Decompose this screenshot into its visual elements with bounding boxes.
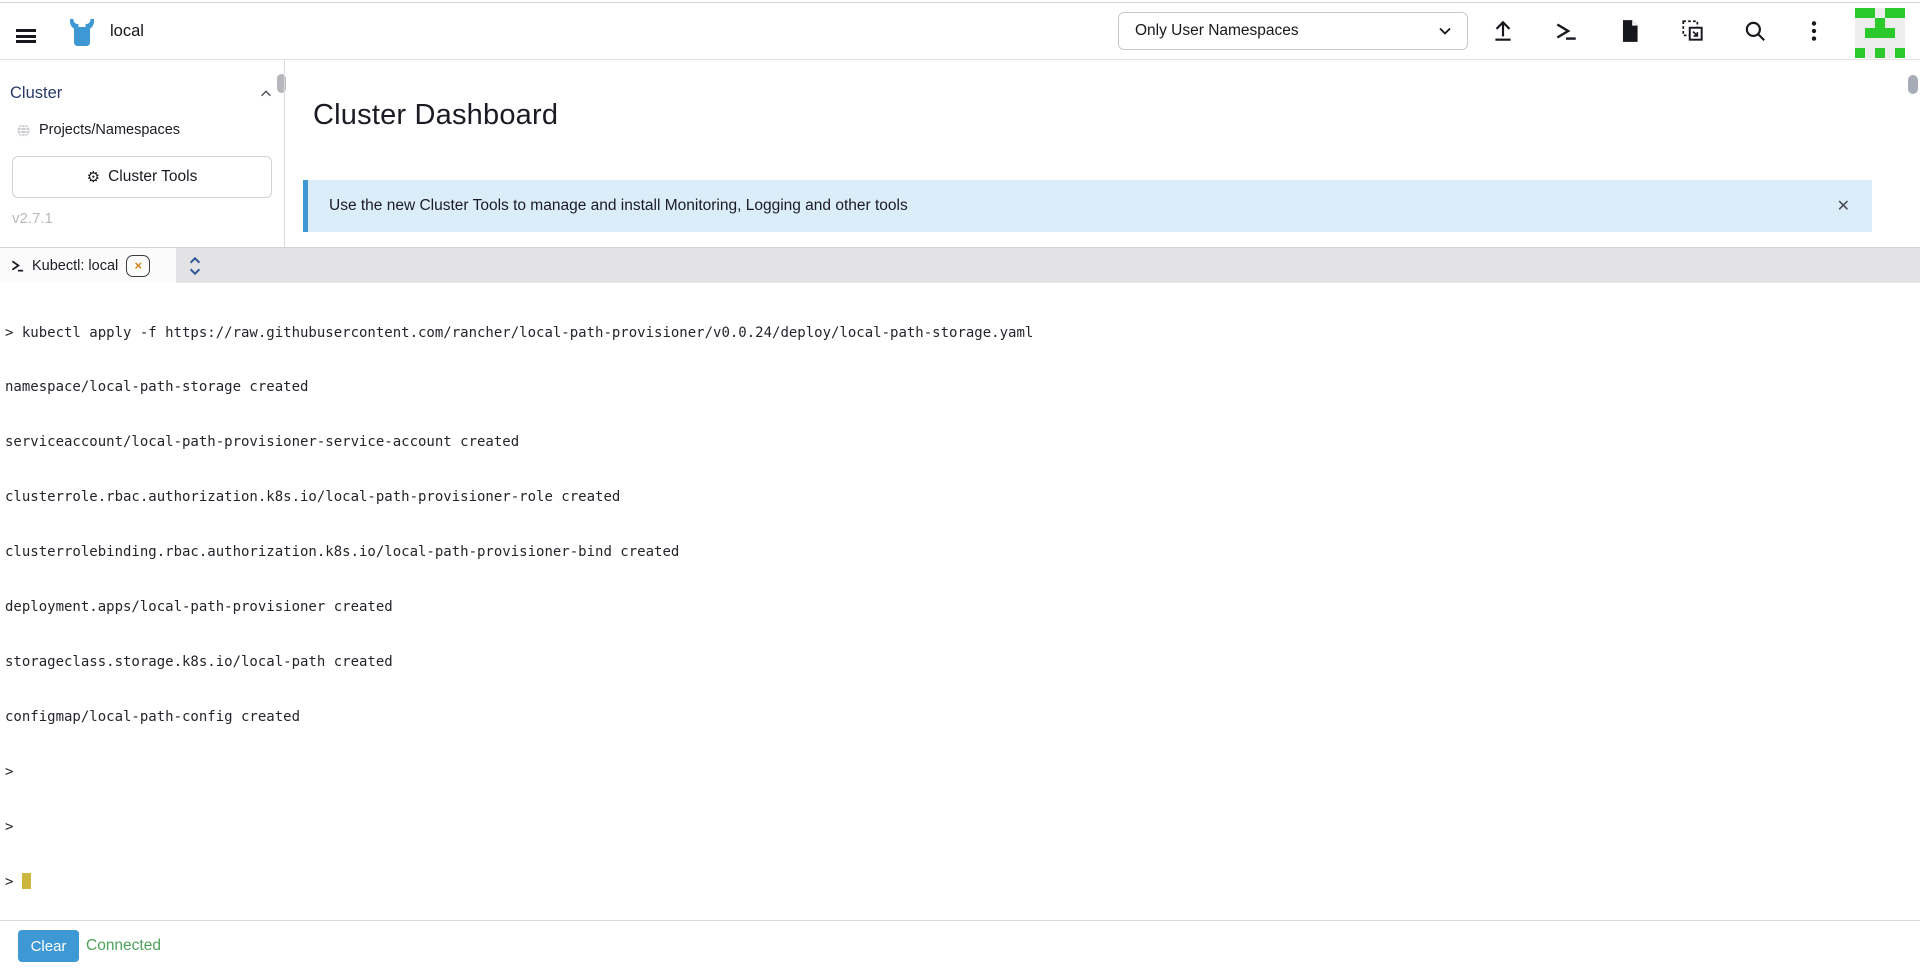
page-title: Cluster Dashboard xyxy=(313,99,558,132)
tab-label: Kubectl: local xyxy=(32,258,118,274)
banner-close-icon[interactable]: ✕ xyxy=(1831,180,1856,232)
terminal-line: > kubectl apply -f https://raw.githubuse… xyxy=(5,324,1920,342)
terminal-line: clusterrolebinding.rbac.authorization.k8… xyxy=(5,543,1920,561)
gear-icon: ⚙ xyxy=(87,168,100,186)
rancher-app: local Only User Namespaces xyxy=(0,0,1920,972)
terminal-line: deployment.apps/local-path-provisioner c… xyxy=(5,598,1920,616)
terminal-line: clusterrole.rbac.authorization.k8s.io/lo… xyxy=(5,488,1920,506)
sidebar-divider xyxy=(284,60,285,247)
tab-close-icon[interactable]: × xyxy=(126,255,150,277)
chevron-up-icon xyxy=(259,87,273,101)
clear-button[interactable]: Clear xyxy=(18,930,79,962)
shell-prompt-icon xyxy=(10,258,25,273)
namespace-filter-dropdown[interactable]: Only User Namespaces xyxy=(1118,12,1468,50)
sidebar-item-projects-namespaces[interactable]: Projects/Namespaces xyxy=(16,122,180,138)
chevron-down-icon xyxy=(1437,23,1453,39)
main-scrollbar[interactable] xyxy=(1908,75,1918,94)
kebab-menu-icon[interactable] xyxy=(1801,18,1827,44)
sidebar-item-label: Projects/Namespaces xyxy=(39,122,180,138)
namespace-filter-value: Only User Namespaces xyxy=(1135,22,1437,40)
copy-kubeconfig-icon[interactable] xyxy=(1680,18,1706,44)
tab-kubectl-local[interactable]: Kubectl: local × xyxy=(0,248,176,283)
app-header: local Only User Namespaces xyxy=(0,3,1920,60)
sidebar-section-title: Cluster xyxy=(10,84,62,103)
main-menu-button[interactable] xyxy=(16,29,38,44)
avatar-identicon[interactable] xyxy=(1855,8,1905,58)
terminal-line: namespace/local-path-storage created xyxy=(5,378,1920,396)
cluster-name: local xyxy=(110,3,144,60)
terminal-prompt: > xyxy=(5,874,13,890)
cluster-tools-button[interactable]: ⚙ Cluster Tools xyxy=(12,156,272,198)
sidebar-section-cluster[interactable]: Cluster xyxy=(10,84,273,103)
terminal-line: > xyxy=(5,763,1920,781)
terminal-line: storageclass.storage.k8s.io/local-path c… xyxy=(5,653,1920,671)
terminal-cursor xyxy=(22,873,31,889)
terminal-line: serviceaccount/local-path-provisioner-se… xyxy=(5,433,1920,451)
terminal-line: > xyxy=(5,818,1920,836)
terminal-expand-icon[interactable] xyxy=(186,252,214,280)
globe-icon xyxy=(16,123,31,138)
terminal-output[interactable]: > kubectl apply -f https://raw.githubuse… xyxy=(0,283,1920,920)
upload-icon[interactable] xyxy=(1490,18,1516,44)
hamburger-icon xyxy=(16,29,36,32)
cluster-tools-label: Cluster Tools xyxy=(108,168,197,186)
banner-text: Use the new Cluster Tools to manage and … xyxy=(308,197,908,215)
kubectl-shell-icon[interactable] xyxy=(1553,18,1579,44)
search-icon[interactable] xyxy=(1742,18,1768,44)
terminal-prompt-line: > xyxy=(5,873,1920,891)
rancher-logo-icon[interactable] xyxy=(66,19,98,48)
version-label: v2.7.1 xyxy=(12,210,53,227)
terminal-tabbar: Kubectl: local × xyxy=(0,247,1920,283)
connection-status: Connected xyxy=(86,921,161,971)
kubeconfig-file-icon[interactable] xyxy=(1617,18,1643,44)
cluster-tools-banner: Use the new Cluster Tools to manage and … xyxy=(303,180,1872,232)
terminal-footer: Clear Connected xyxy=(0,920,1920,972)
terminal-line: configmap/local-path-config created xyxy=(5,708,1920,726)
